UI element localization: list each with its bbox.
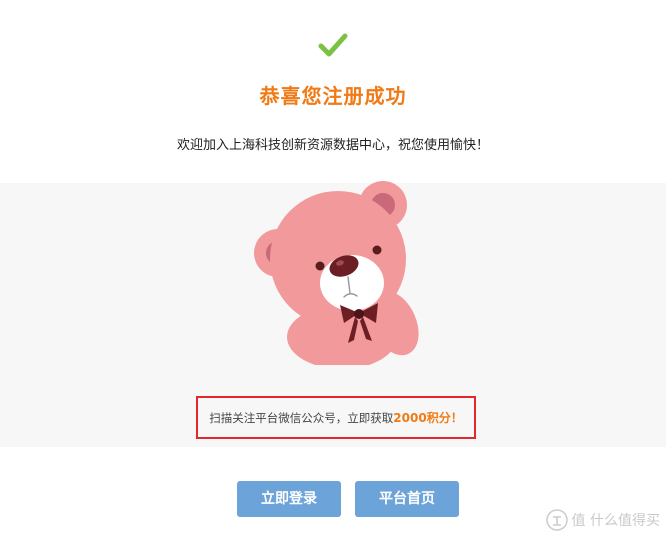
promo-text: 扫描关注平台微信公众号，立即获取 bbox=[209, 410, 394, 425]
teddy-bear-illustration bbox=[254, 181, 419, 365]
wechat-promo-box: 扫描关注平台微信公众号，立即获取 2000积分！ bbox=[196, 396, 476, 439]
registration-success-page: 恭喜您注册成功 欢迎加入上海科技创新资源数据中心，祝您使用愉快！ 扫描关注平台微… bbox=[0, 0, 666, 539]
promo-points-highlight: 2000积分！ bbox=[393, 411, 463, 425]
watermark-text: 值 什么值得买 bbox=[571, 513, 660, 529]
check-icon bbox=[318, 33, 348, 57]
welcome-message: 欢迎加入上海科技创新资源数据中心，祝您使用愉快！ bbox=[176, 138, 489, 153]
watermark: 值 什么值得买 bbox=[545, 509, 660, 531]
login-now-button[interactable]: 立即登录 bbox=[237, 481, 341, 517]
platform-home-button[interactable]: 平台首页 bbox=[355, 481, 459, 517]
smzdm-logo-icon bbox=[545, 509, 568, 531]
page-title: 恭喜您注册成功 bbox=[259, 84, 407, 108]
